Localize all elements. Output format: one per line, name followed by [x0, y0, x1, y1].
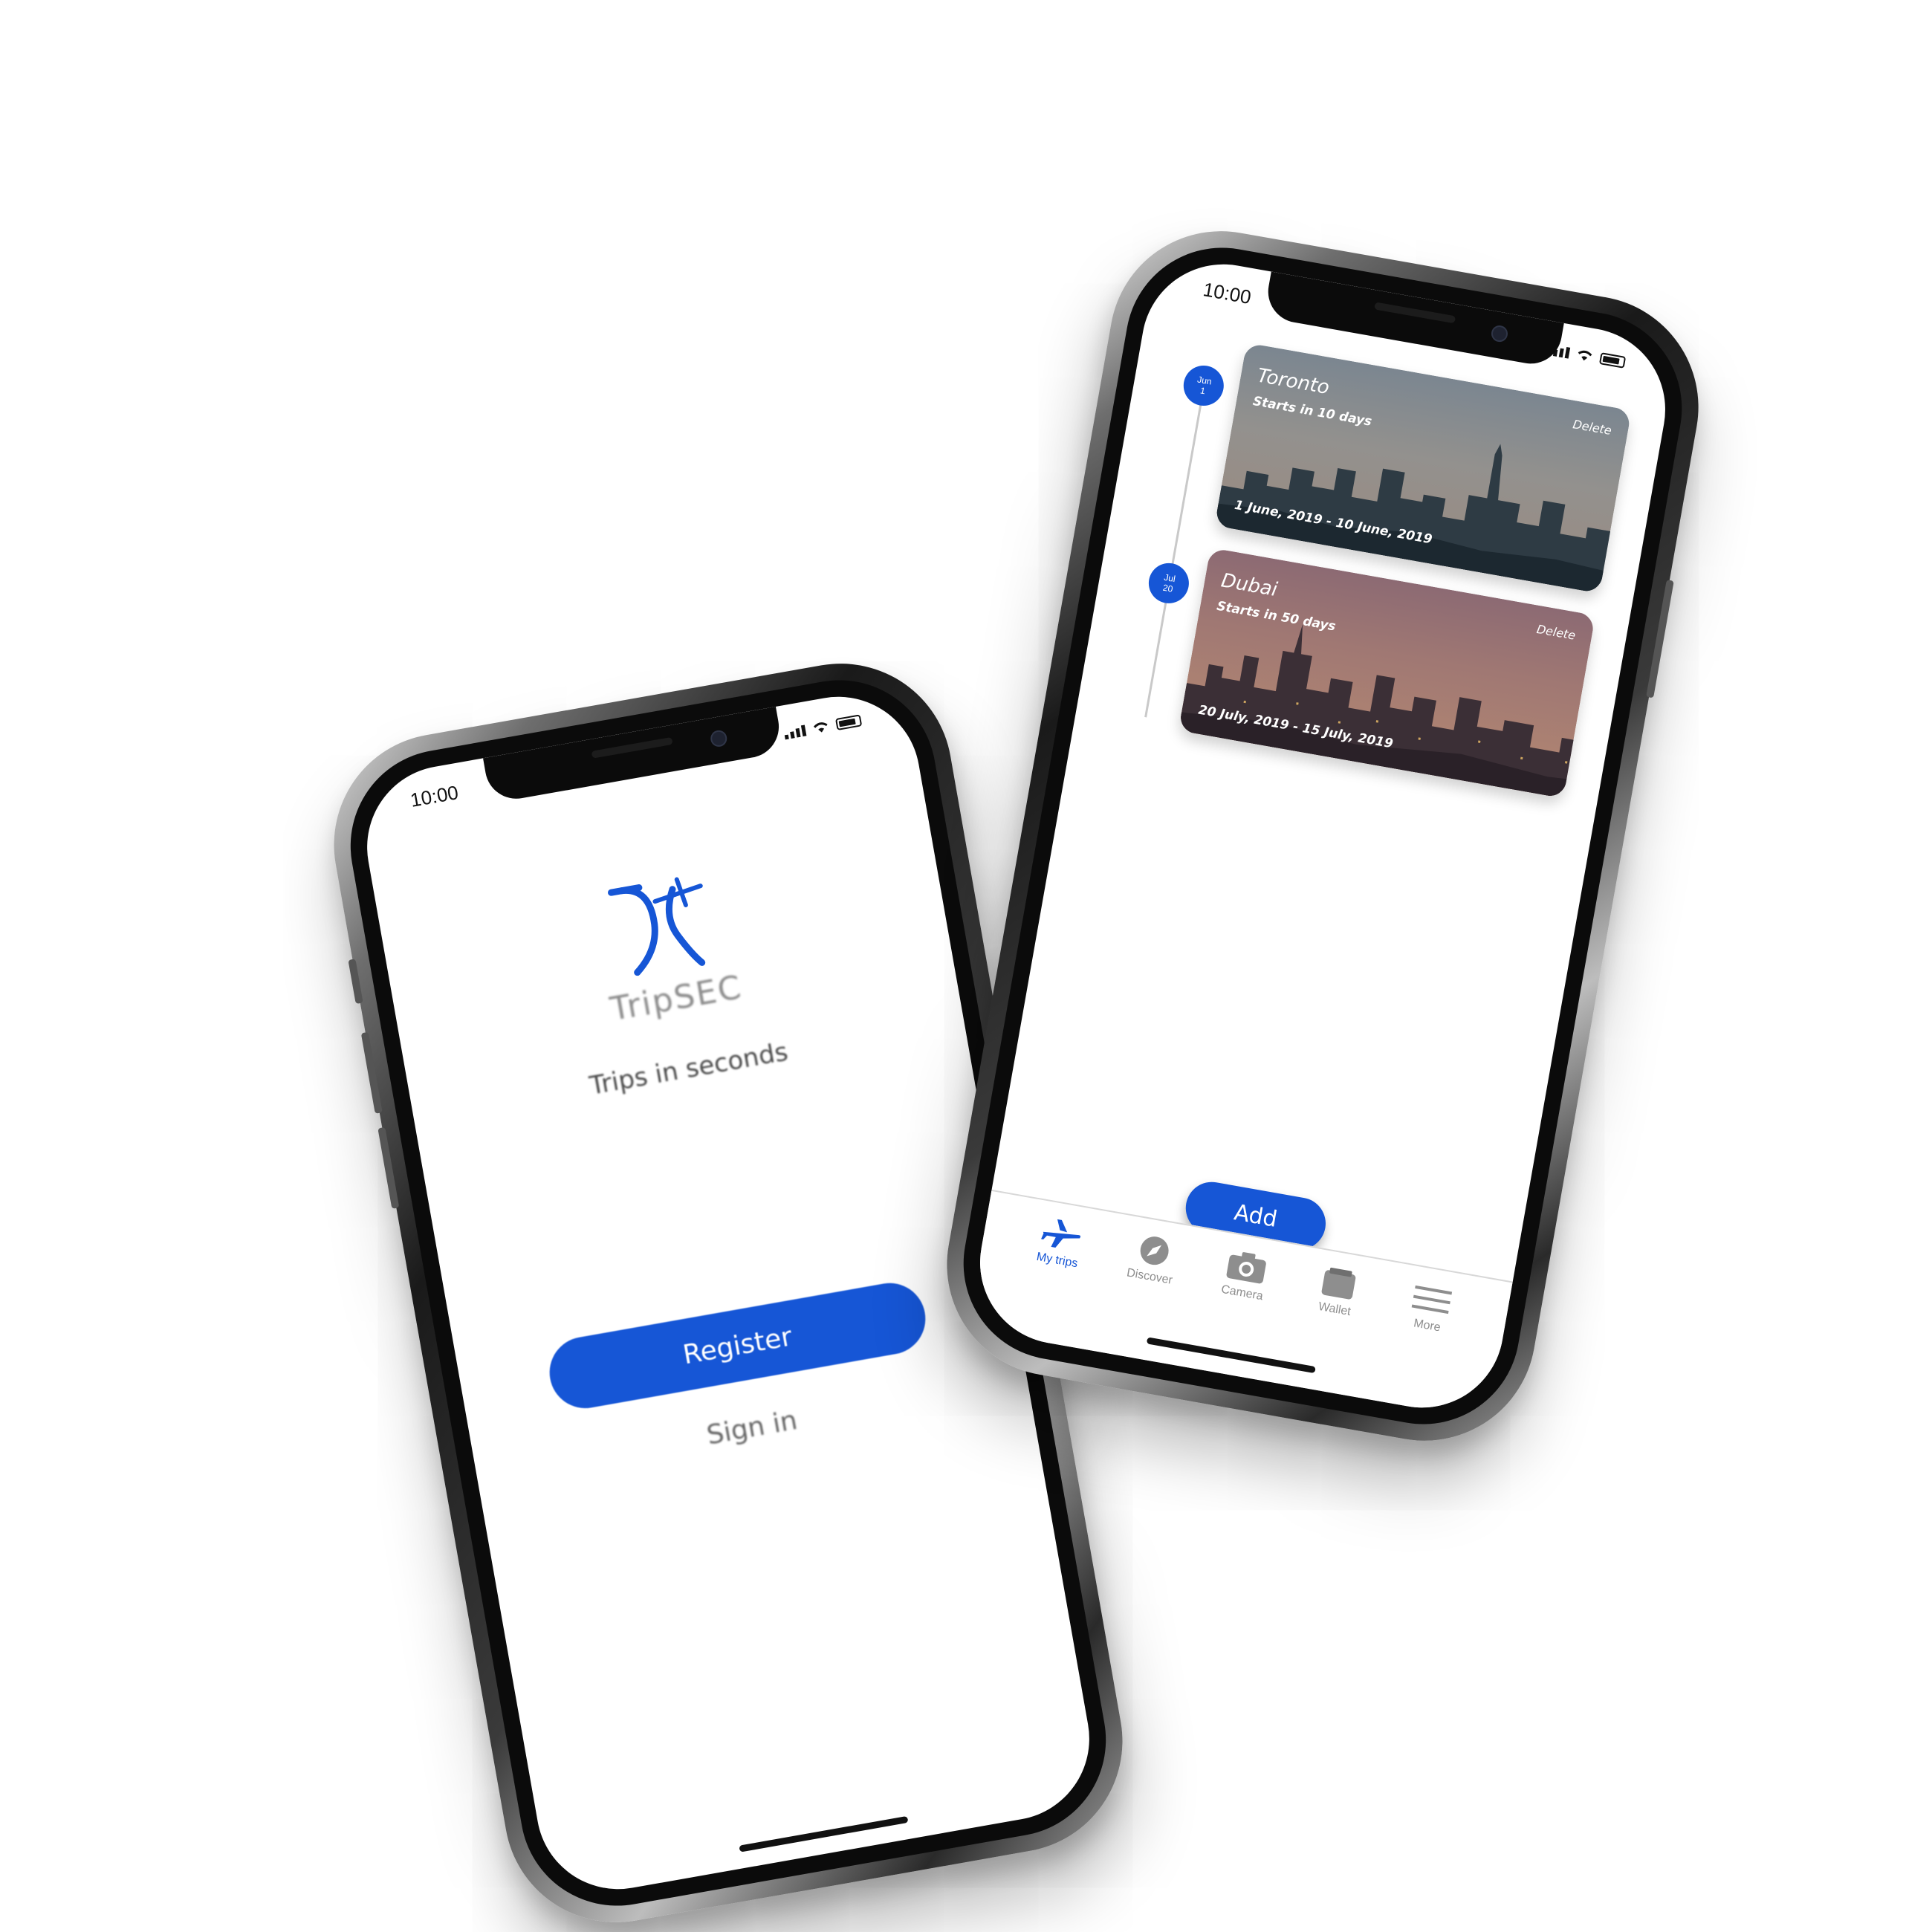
signal-icon	[783, 724, 807, 740]
tab-my-trips[interactable]: My trips	[1002, 1212, 1105, 1349]
battery-icon	[1598, 352, 1627, 369]
airplane-icon	[1041, 1219, 1081, 1248]
menu-icon	[1411, 1285, 1452, 1315]
speaker-grille	[591, 736, 673, 759]
tab-label: Discover	[1125, 1266, 1174, 1287]
front-camera	[1490, 324, 1509, 343]
tab-wallet[interactable]: Wallet	[1280, 1261, 1382, 1398]
speaker-grille	[1374, 302, 1456, 324]
tab-label: Wallet	[1317, 1300, 1352, 1319]
side-button	[1646, 580, 1674, 698]
trip-date-badge: Jul 20	[1145, 560, 1193, 607]
status-icons	[1547, 342, 1627, 369]
brand-block: TripSEC	[590, 867, 745, 1028]
tab-label: Camera	[1220, 1283, 1265, 1303]
tab-more[interactable]: More	[1372, 1277, 1475, 1415]
wifi-icon	[1578, 350, 1592, 361]
mute-switch	[348, 959, 363, 1005]
front-camera	[709, 729, 728, 748]
compass-icon	[1140, 1236, 1169, 1265]
wallet-icon	[1321, 1267, 1356, 1300]
trip-card-dubai[interactable]: Dubai Starts in 50 days Delete 20 July, …	[1178, 547, 1596, 799]
tripsec-logo-icon	[607, 877, 705, 976]
phone-right: 10:00 Jun 1 Toronto Starts in 10 days De…	[929, 213, 1717, 1459]
volume-down-button	[377, 1127, 400, 1209]
battery-icon	[835, 714, 863, 731]
my-trips-screen: 10:00 Jun 1 Toronto Starts in 10 days De…	[967, 251, 1679, 1421]
status-time: 10:00	[1201, 278, 1254, 308]
tagline: Trips in seconds	[587, 1037, 791, 1101]
camera-icon	[1226, 1252, 1266, 1284]
mockup-stage: 10:00 TripSEC Trips in seconds Register …	[0, 0, 1932, 1932]
trip-card-toronto[interactable]: Toronto Starts in 10 days Delete 1 June,…	[1214, 343, 1632, 594]
wifi-icon	[813, 722, 828, 733]
volume-up-button	[360, 1031, 383, 1114]
status-icons	[783, 713, 863, 740]
trip-date-badge: Jun 1	[1180, 362, 1228, 409]
tab-label: More	[1413, 1317, 1442, 1335]
status-time: 10:00	[408, 781, 461, 811]
tab-label: My trips	[1035, 1250, 1079, 1271]
